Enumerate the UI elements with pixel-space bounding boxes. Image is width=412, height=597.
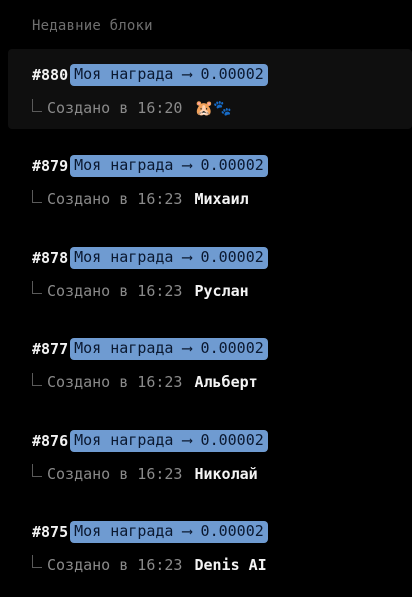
recent-blocks-list: #880 Моя награда ⟶ 0.00002 Создано в 16:… [8, 49, 412, 597]
tree-branch-icon [32, 464, 42, 478]
created-time: Создано в 16:23 [47, 190, 183, 209]
author-name[interactable]: Николай [194, 465, 257, 483]
tree-branch-icon [32, 555, 42, 569]
created-time: Создано в 16:20 [47, 99, 183, 117]
reward-badge: Моя награда ⟶ 0.00002 [70, 429, 268, 452]
block-meta: Создано в 16:23 Руслан [32, 280, 249, 302]
block-meta: Создано в 16:20 🐹🐾 [32, 97, 232, 119]
block-header: #876 Моя награда ⟶ 0.00002 [32, 429, 268, 453]
block-header: #880 Моя награда ⟶ 0.00002 [32, 63, 268, 87]
block-meta: Создано в 16:23 Николай [32, 463, 258, 485]
block-id: #878 [32, 248, 69, 267]
author-name[interactable]: Denis AI [194, 556, 266, 574]
block-id: #877 [32, 340, 69, 359]
block-header: #878 Моя награда ⟶ 0.00002 [32, 246, 268, 270]
block-header: #875 Моя награда ⟶ 0.00002 [32, 520, 268, 544]
created-time: Создано в 16:23 [47, 464, 183, 483]
block-item[interactable]: #875 Моя награда ⟶ 0.00002 Создано в 16:… [8, 506, 412, 597]
reward-badge: Моя награда ⟶ 0.00002 [70, 520, 268, 543]
block-meta: Создано в 16:23 Альберт [32, 371, 258, 393]
block-item[interactable]: #879 Моя награда ⟶ 0.00002 Создано в 16:… [8, 140, 412, 231]
created-time: Создано в 16:23 [47, 555, 183, 574]
created-time: Создано в 16:23 [47, 281, 183, 300]
tree-branch-icon [32, 281, 42, 295]
author-name[interactable]: Михаил [194, 190, 248, 208]
block-id: #879 [32, 157, 69, 176]
tree-branch-icon [32, 98, 42, 112]
reward-badge: Моя награда ⟶ 0.00002 [70, 64, 268, 86]
block-header: #877 Моя награда ⟶ 0.00002 [32, 337, 268, 361]
reward-badge: Моя награда ⟶ 0.00002 [70, 155, 268, 178]
block-item[interactable]: #880 Моя награда ⟶ 0.00002 Создано в 16:… [8, 49, 412, 129]
block-header: #879 Моя награда ⟶ 0.00002 [32, 154, 268, 178]
block-meta: Создано в 16:23 Denis AI [32, 554, 267, 576]
author-name[interactable]: 🐹🐾 [194, 99, 231, 117]
tree-branch-icon [32, 372, 42, 386]
section-title: Недавние блоки [32, 18, 153, 34]
author-name[interactable]: Альберт [194, 373, 257, 391]
block-item[interactable]: #877 Моя награда ⟶ 0.00002 Создано в 16:… [8, 323, 412, 414]
block-id: #880 [32, 66, 69, 84]
block-id: #875 [32, 522, 69, 541]
block-item[interactable]: #876 Моя награда ⟶ 0.00002 Создано в 16:… [8, 415, 412, 506]
block-id: #876 [32, 431, 69, 450]
reward-badge: Моя награда ⟶ 0.00002 [70, 338, 268, 361]
reward-badge: Моя награда ⟶ 0.00002 [70, 246, 268, 269]
tree-branch-icon [32, 189, 42, 203]
block-item[interactable]: #878 Моя награда ⟶ 0.00002 Создано в 16:… [8, 232, 412, 323]
block-meta: Создано в 16:23 Михаил [32, 188, 249, 210]
author-name[interactable]: Руслан [194, 282, 248, 300]
created-time: Создано в 16:23 [47, 373, 183, 392]
